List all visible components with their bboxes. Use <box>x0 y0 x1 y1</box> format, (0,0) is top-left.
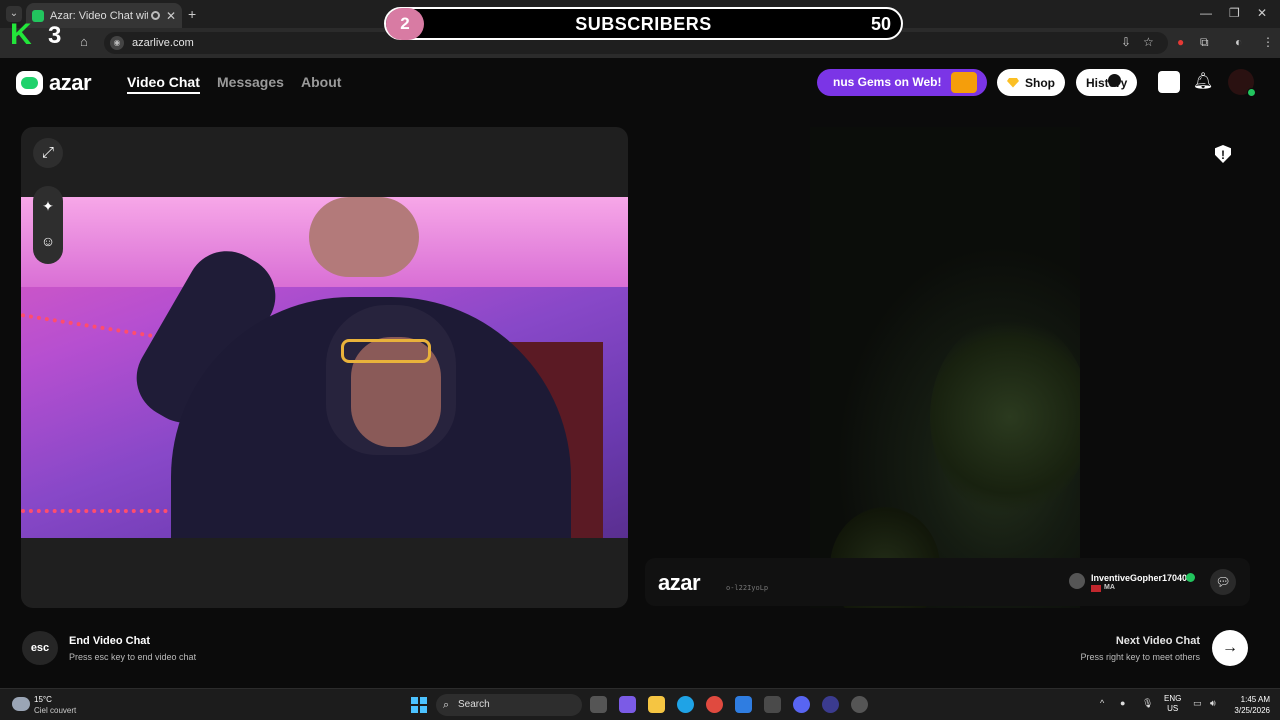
recording-icon <box>150 11 160 20</box>
face-mask-icon[interactable]: ☺ <box>33 226 63 256</box>
remote-video-feed <box>810 127 1080 608</box>
remote-country: MA <box>1104 584 1115 591</box>
home-icon[interactable]: ⌂ <box>80 34 88 49</box>
k-logo: K <box>10 18 32 51</box>
site-header: azar Video Chat Messages About nus Gems … <box>0 58 1280 106</box>
remote-username[interactable]: InventiveGopher17040 <box>1091 573 1187 583</box>
edge-icon[interactable] <box>677 696 694 713</box>
maximize-icon[interactable]: ❐ <box>1229 6 1240 20</box>
discord-icon[interactable] <box>793 696 810 713</box>
file-explorer-icon[interactable] <box>648 696 665 713</box>
profile-icon[interactable]: ◐ <box>1235 35 1242 49</box>
extension-record-icon[interactable]: ● <box>1177 35 1184 49</box>
taskbar-search[interactable]: ⌕ Search <box>436 694 582 716</box>
shop-button[interactable]: Shop <box>997 69 1065 96</box>
gems-promo-banner[interactable]: nus Gems on Web! <box>817 69 987 96</box>
app-icon-3[interactable] <box>851 696 868 713</box>
verified-badge-icon <box>1186 573 1195 582</box>
magic-wand-icon[interactable]: ✦ <box>33 191 63 221</box>
azar-logo[interactable]: azar <box>16 70 92 96</box>
azar-logo-text: azar <box>49 70 92 95</box>
close-window-icon[interactable]: ✕ <box>1257 6 1267 20</box>
app-icon-1[interactable] <box>619 696 636 713</box>
azar-watermark: azar <box>658 570 701 595</box>
subscriber-label: SUBSCRIBERS <box>575 14 712 34</box>
shop-label: Shop <box>1025 75 1055 90</box>
windows-taskbar: 15°C Ciel couvert ⌕ Search ^ ● 🎙︎ ENG US… <box>0 688 1280 720</box>
taskbar-clock[interactable]: 1:45 AM 3/25/2026 <box>1234 694 1270 716</box>
search-label: Search <box>458 699 490 710</box>
end-chat-title: End Video Chat <box>69 635 151 647</box>
tray-chevron-icon[interactable]: ^ <box>1100 698 1104 708</box>
weather-desc[interactable]: Ciel couvert <box>34 706 76 715</box>
inbox-icon[interactable] <box>1158 71 1180 93</box>
task-view-icon[interactable] <box>590 696 607 713</box>
end-chat-button[interactable]: esc <box>22 631 58 665</box>
effects-toolbar: ✦ ☺ <box>33 186 63 264</box>
weather-temp[interactable]: 15°C <box>34 695 52 704</box>
network-icon[interactable]: ▭ <box>1193 698 1202 709</box>
history-label: History <box>1086 75 1128 90</box>
extensions-puzzle-icon[interactable]: ⧉ <box>1200 35 1209 50</box>
user-profile-icon[interactable] <box>1069 573 1085 589</box>
user-avatar[interactable] <box>1228 69 1256 97</box>
self-video-feed <box>21 197 628 538</box>
cloud-icon[interactable] <box>12 697 30 711</box>
flag-icon <box>1091 585 1101 592</box>
subscriber-goal-count: 50 <box>870 14 891 34</box>
azar-logo-icon <box>16 71 43 95</box>
report-shield-icon[interactable]: ! <box>1211 142 1235 166</box>
tray-app-icon[interactable]: ● <box>1120 698 1125 708</box>
nav-messages[interactable]: Messages <box>217 74 284 90</box>
close-tab-icon[interactable]: ✕ <box>166 9 176 23</box>
minimize-icon[interactable]: — <box>1200 6 1212 20</box>
bookmark-star-icon[interactable]: ☆ <box>1143 35 1154 49</box>
watermark-id: o-l22IyoLp <box>726 584 769 592</box>
bell-icon[interactable]: 🔔︎ <box>1192 71 1214 93</box>
microphone-icon[interactable]: 🎙︎ <box>1142 698 1153 709</box>
new-tab-plus-icon[interactable]: + <box>188 6 196 22</box>
history-button[interactable]: History <box>1076 69 1138 96</box>
nav-about[interactable]: About <box>301 74 341 90</box>
gem-icon <box>1007 77 1019 88</box>
k-number: 3 <box>48 22 62 49</box>
subscriber-goal-bar: 2 SUBSCRIBERS 50 <box>384 7 903 40</box>
install-app-icon[interactable]: ⇩ <box>1121 35 1131 49</box>
expand-icon[interactable]: ⤢ <box>33 138 63 168</box>
app-icon-2[interactable] <box>822 696 839 713</box>
next-chat-title: Next Video Chat <box>1115 635 1200 647</box>
site-info-icon[interactable]: ◉ <box>110 36 124 50</box>
store-icon[interactable] <box>764 696 781 713</box>
mail-icon[interactable] <box>735 696 752 713</box>
next-chat-hint: Press right key to meet others <box>1080 652 1200 662</box>
chrome-icon[interactable] <box>706 696 723 713</box>
azar-favicon-icon <box>32 9 44 22</box>
browser-menu-icon[interactable]: ⋮ <box>1262 35 1274 49</box>
treasure-chest-icon <box>951 72 977 93</box>
end-chat-hint: Press esc key to end video chat <box>69 652 197 662</box>
windows-start-icon[interactable] <box>411 697 427 713</box>
nav-video-chat[interactable]: Video Chat <box>127 74 200 94</box>
next-chat-arrow-button[interactable]: → <box>1212 630 1248 666</box>
search-icon: ⌕ <box>443 699 450 711</box>
online-status-dot <box>1247 88 1256 97</box>
promo-text: nus Gems on Web! <box>833 75 942 89</box>
chat-bubble-icon[interactable]: 💬︎ <box>1210 569 1236 595</box>
url-text: azarlive.com <box>132 37 194 49</box>
volume-icon[interactable]: 🔊︎ <box>1210 698 1216 709</box>
language-indicator[interactable]: ENG US <box>1164 694 1181 714</box>
tab-title: Azar: Video Chat with New <box>50 9 148 22</box>
